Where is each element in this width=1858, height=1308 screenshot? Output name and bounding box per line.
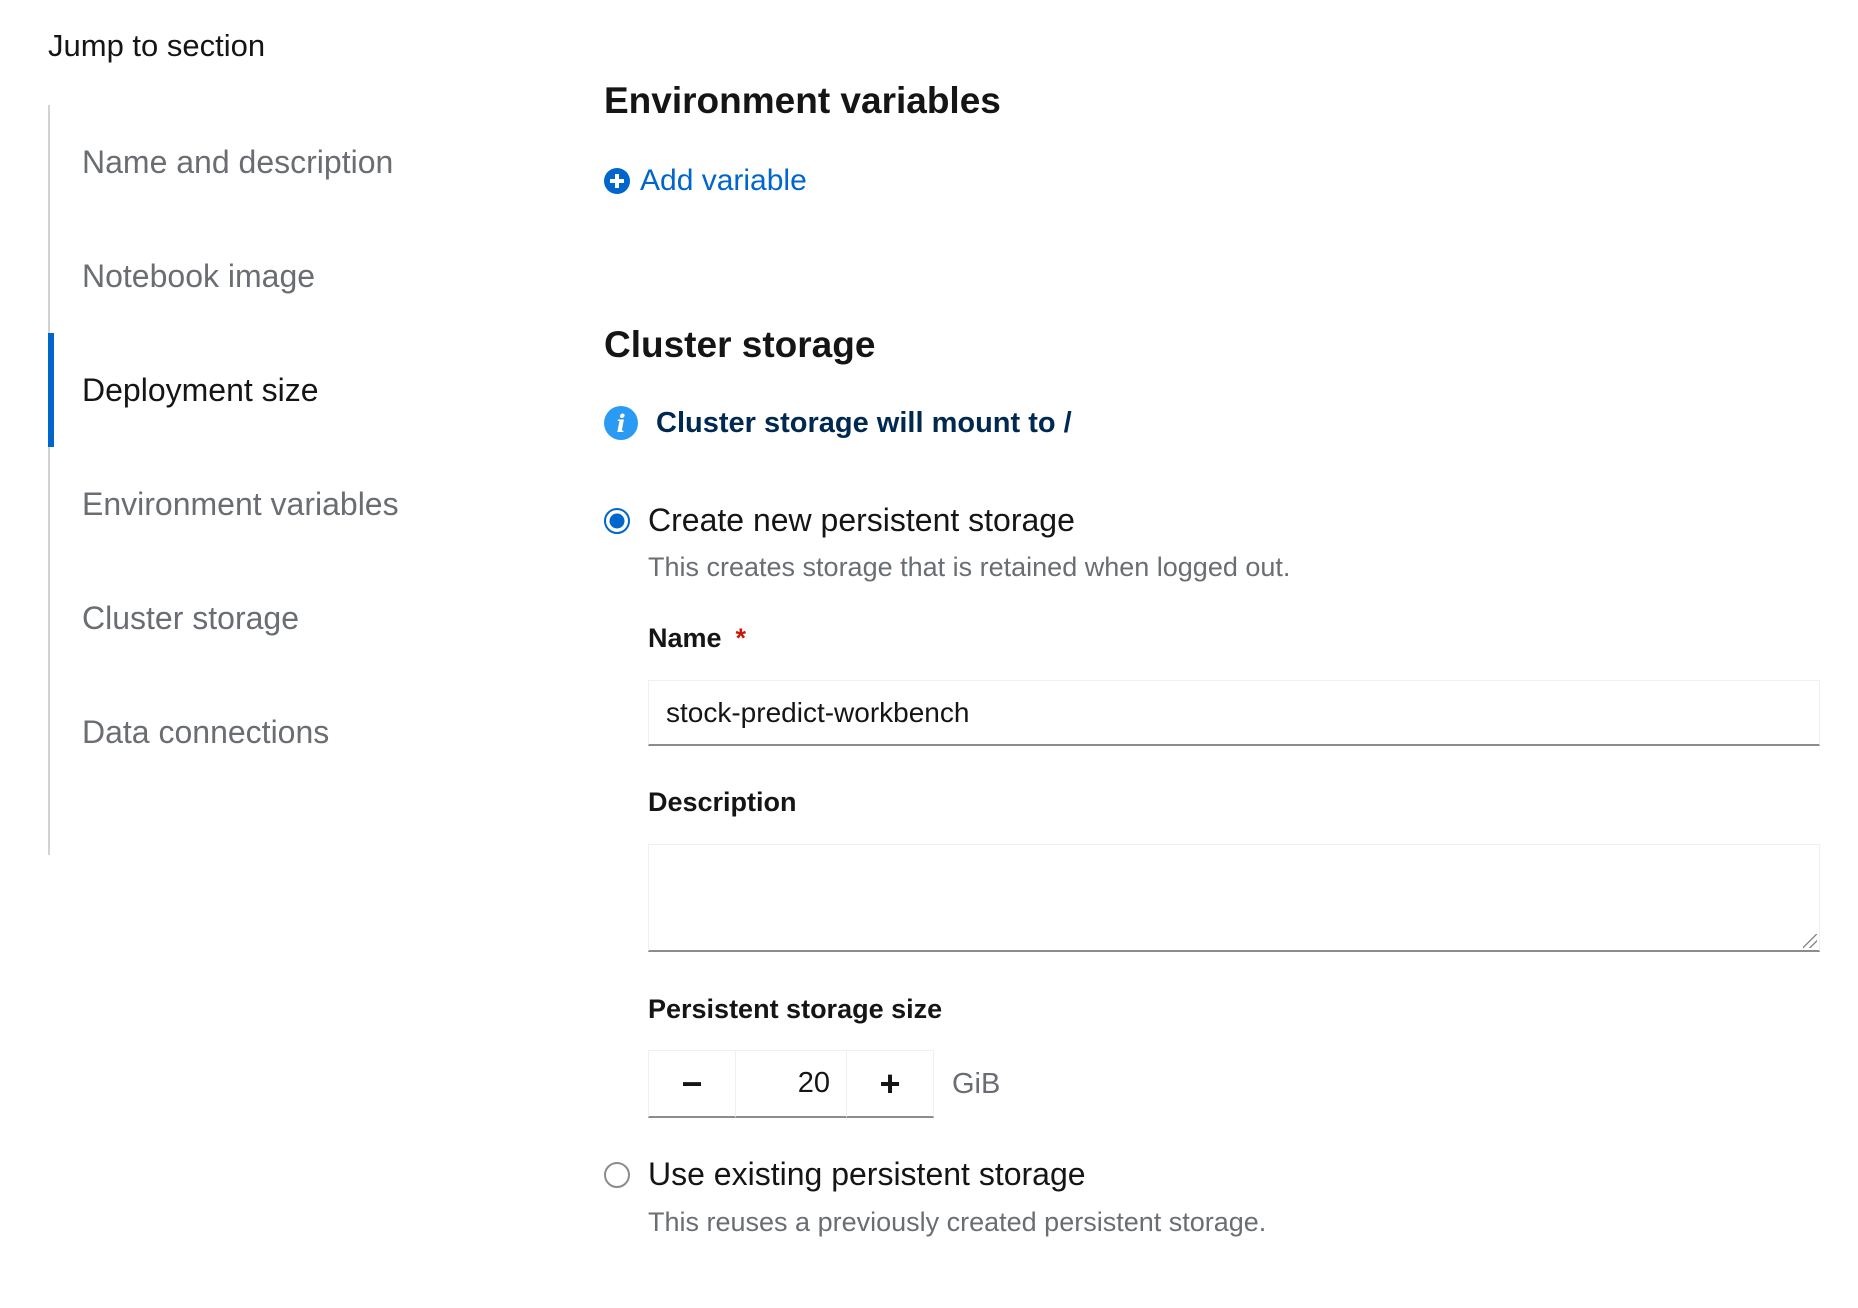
storage-size-input[interactable]: 20 (736, 1050, 846, 1118)
existing-storage-description: This reuses a previously created persist… (648, 1207, 1267, 1237)
cluster-storage-info: i Cluster storage will mount to / (604, 406, 1072, 440)
env-variables-heading: Environment variables (604, 80, 1001, 121)
existing-storage-radio-row[interactable]: Use existing persistent storage (604, 1156, 1086, 1193)
name-input[interactable]: stock-predict-workbench (648, 680, 1820, 746)
add-variable-button[interactable]: Add variable (604, 164, 807, 198)
storage-size-unit: GiB (952, 1067, 1001, 1100)
jump-item-deployment-size[interactable]: Deployment size (48, 333, 528, 447)
add-variable-label: Add variable (640, 164, 807, 197)
cluster-storage-heading: Cluster storage (604, 324, 876, 365)
plus-circle-icon (604, 168, 630, 194)
jump-item-environment-variables[interactable]: Environment variables (50, 447, 528, 561)
name-field-label: Name * (648, 623, 746, 654)
jump-item-name-and-description[interactable]: Name and description (50, 105, 528, 219)
resize-grip-icon[interactable] (1803, 934, 1817, 948)
create-storage-label: Create new persistent storage (648, 502, 1075, 538)
create-storage-radio[interactable] (604, 507, 630, 534)
existing-storage-label: Use existing persistent storage (648, 1156, 1086, 1192)
jump-to-section-nav: Name and description Notebook image Depl… (48, 105, 528, 855)
jump-item-data-connections[interactable]: Data connections (50, 675, 528, 789)
create-storage-radio-row[interactable]: Create new persistent storage (604, 502, 1075, 539)
jump-item-cluster-storage[interactable]: Cluster storage (50, 561, 528, 675)
increment-button[interactable]: + (846, 1050, 934, 1118)
existing-storage-radio[interactable] (604, 1161, 630, 1188)
name-label-text: Name (648, 623, 722, 653)
info-text: Cluster storage will mount to / (656, 406, 1072, 439)
storage-size-stepper: − 20 + GiB (648, 1050, 1000, 1118)
description-field-label: Description (648, 787, 797, 817)
description-textarea[interactable] (648, 844, 1820, 952)
decrement-button[interactable]: − (648, 1050, 736, 1118)
required-mark: * (735, 623, 747, 653)
jump-to-section-title: Jump to section (48, 28, 266, 63)
jump-item-notebook-image[interactable]: Notebook image (50, 219, 528, 333)
create-storage-description: This creates storage that is retained wh… (648, 552, 1291, 582)
info-icon: i (604, 406, 638, 440)
storage-size-label: Persistent storage size (648, 994, 943, 1024)
